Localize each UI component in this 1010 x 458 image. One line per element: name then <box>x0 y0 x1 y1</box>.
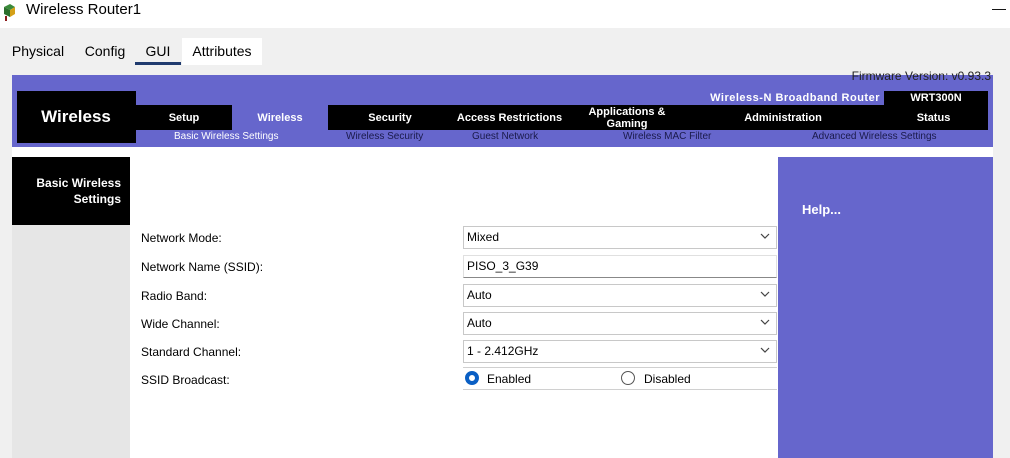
ssid-label: Network Name (SSID): <box>141 260 264 274</box>
router-name: Wireless-N Broadband Router <box>710 92 880 104</box>
ssid-broadcast-disabled-label: Disabled <box>644 372 691 386</box>
sidebar-title-box: Basic Wireless Settings <box>12 157 130 225</box>
wide-channel-value: Auto <box>467 316 492 330</box>
router-icon <box>4 4 15 21</box>
network-mode-value: Mixed <box>467 230 500 244</box>
ssid-broadcast-disabled-radio[interactable] <box>621 371 635 385</box>
sidebar-title: Basic Wireless Settings <box>36 176 121 206</box>
radio-band-select[interactable]: Auto <box>463 284 777 307</box>
nav-wireless[interactable]: Wireless <box>232 105 328 130</box>
router-model: WRT300N <box>884 91 988 105</box>
minimize-button[interactable]: — <box>992 0 1006 16</box>
chevron-down-icon <box>760 319 770 325</box>
network-mode-label: Network Mode: <box>141 231 222 245</box>
top-band: Firmware Version: v0.93.3 Wireless Wirel… <box>12 69 993 147</box>
subnav-bar: Basic Wireless Settings Wireless Securit… <box>136 130 988 143</box>
chevron-down-icon <box>760 233 770 239</box>
router-header: Wireless Wireless-N Broadband Router WRT… <box>17 91 988 143</box>
ssid-value: PISO_3_G39 <box>467 259 539 273</box>
standard-channel-value: 1 - 2.412GHz <box>467 344 539 358</box>
ssid-input[interactable]: PISO_3_G39 <box>463 255 777 278</box>
radio-band-label: Radio Band: <box>141 289 208 303</box>
firmware-version: Firmware Version: v0.93.3 <box>851 69 991 83</box>
nav-access-restrictions[interactable]: Access Restrictions <box>452 105 567 130</box>
help-link[interactable]: Help... <box>802 202 841 217</box>
router-web-page: Firmware Version: v0.93.3 Wireless Wirel… <box>12 69 993 458</box>
wide-channel-label: Wide Channel: <box>141 317 220 331</box>
standard-channel-select[interactable]: 1 - 2.412GHz <box>463 340 777 363</box>
tab-strip: Physical Config GUI Attributes <box>0 28 1010 65</box>
nav-administration[interactable]: Administration <box>687 105 879 130</box>
ssid-broadcast-label: SSID Broadcast: <box>141 373 230 387</box>
tab-attributes[interactable]: Attributes <box>182 38 262 65</box>
tab-gui[interactable]: GUI <box>135 38 181 65</box>
subnav-advanced-wireless-settings[interactable]: Advanced Wireless Settings <box>812 130 937 143</box>
chevron-down-icon <box>760 291 770 297</box>
gui-frame: Firmware Version: v0.93.3 Wireless Wirel… <box>0 65 1010 458</box>
router-name-bar: Wireless-N Broadband Router WRT300N <box>136 91 988 105</box>
nav-status[interactable]: Status <box>879 105 988 130</box>
tab-config[interactable]: Config <box>76 38 134 65</box>
subnav-basic-wireless-settings[interactable]: Basic Wireless Settings <box>174 130 278 143</box>
ssid-broadcast-enabled-radio[interactable] <box>465 371 479 385</box>
tab-physical[interactable]: Physical <box>3 38 73 65</box>
window-titlebar: Wireless Router1 — <box>0 0 1010 29</box>
subnav-wireless-security[interactable]: Wireless Security <box>346 130 423 143</box>
section-brand: Wireless <box>41 107 111 126</box>
nav-applications-gaming[interactable]: Applications & Gaming <box>567 105 687 130</box>
nav-security[interactable]: Security <box>328 105 452 130</box>
sidebar-panel <box>12 225 130 458</box>
standard-channel-label: Standard Channel: <box>141 345 242 359</box>
wide-channel-select[interactable]: Auto <box>463 312 777 335</box>
ssid-broadcast-group: Enabled Disabled <box>463 367 777 390</box>
window-title: Wireless Router1 <box>26 1 142 18</box>
network-mode-select[interactable]: Mixed <box>463 226 777 249</box>
help-panel: Help... <box>778 157 993 458</box>
subnav-wireless-mac-filter[interactable]: Wireless MAC Filter <box>623 130 711 143</box>
chevron-down-icon <box>760 347 770 353</box>
nav-setup[interactable]: Setup <box>136 105 232 130</box>
ssid-broadcast-enabled-label: Enabled <box>487 372 532 386</box>
radio-band-value: Auto <box>467 288 492 302</box>
subnav-guest-network[interactable]: Guest Network <box>472 130 538 143</box>
